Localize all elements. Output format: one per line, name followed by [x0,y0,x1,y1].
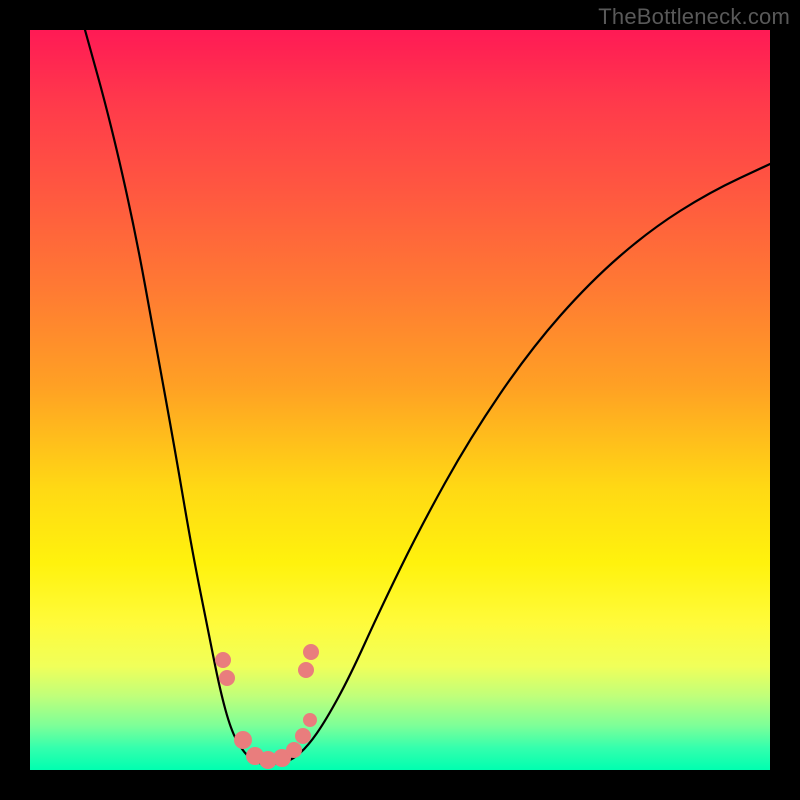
data-marker [295,728,311,744]
data-marker [219,670,235,686]
data-marker [215,652,231,668]
data-marker [303,713,317,727]
data-marker [298,662,314,678]
chart-frame: TheBottleneck.com [0,0,800,800]
plot-area [30,30,770,770]
curve-overlay [30,30,770,770]
curve-right [262,164,770,764]
watermark-text: TheBottleneck.com [598,4,790,30]
data-marker [234,731,252,749]
data-marker [303,644,319,660]
data-marker [286,742,302,758]
curve-left [85,30,262,764]
